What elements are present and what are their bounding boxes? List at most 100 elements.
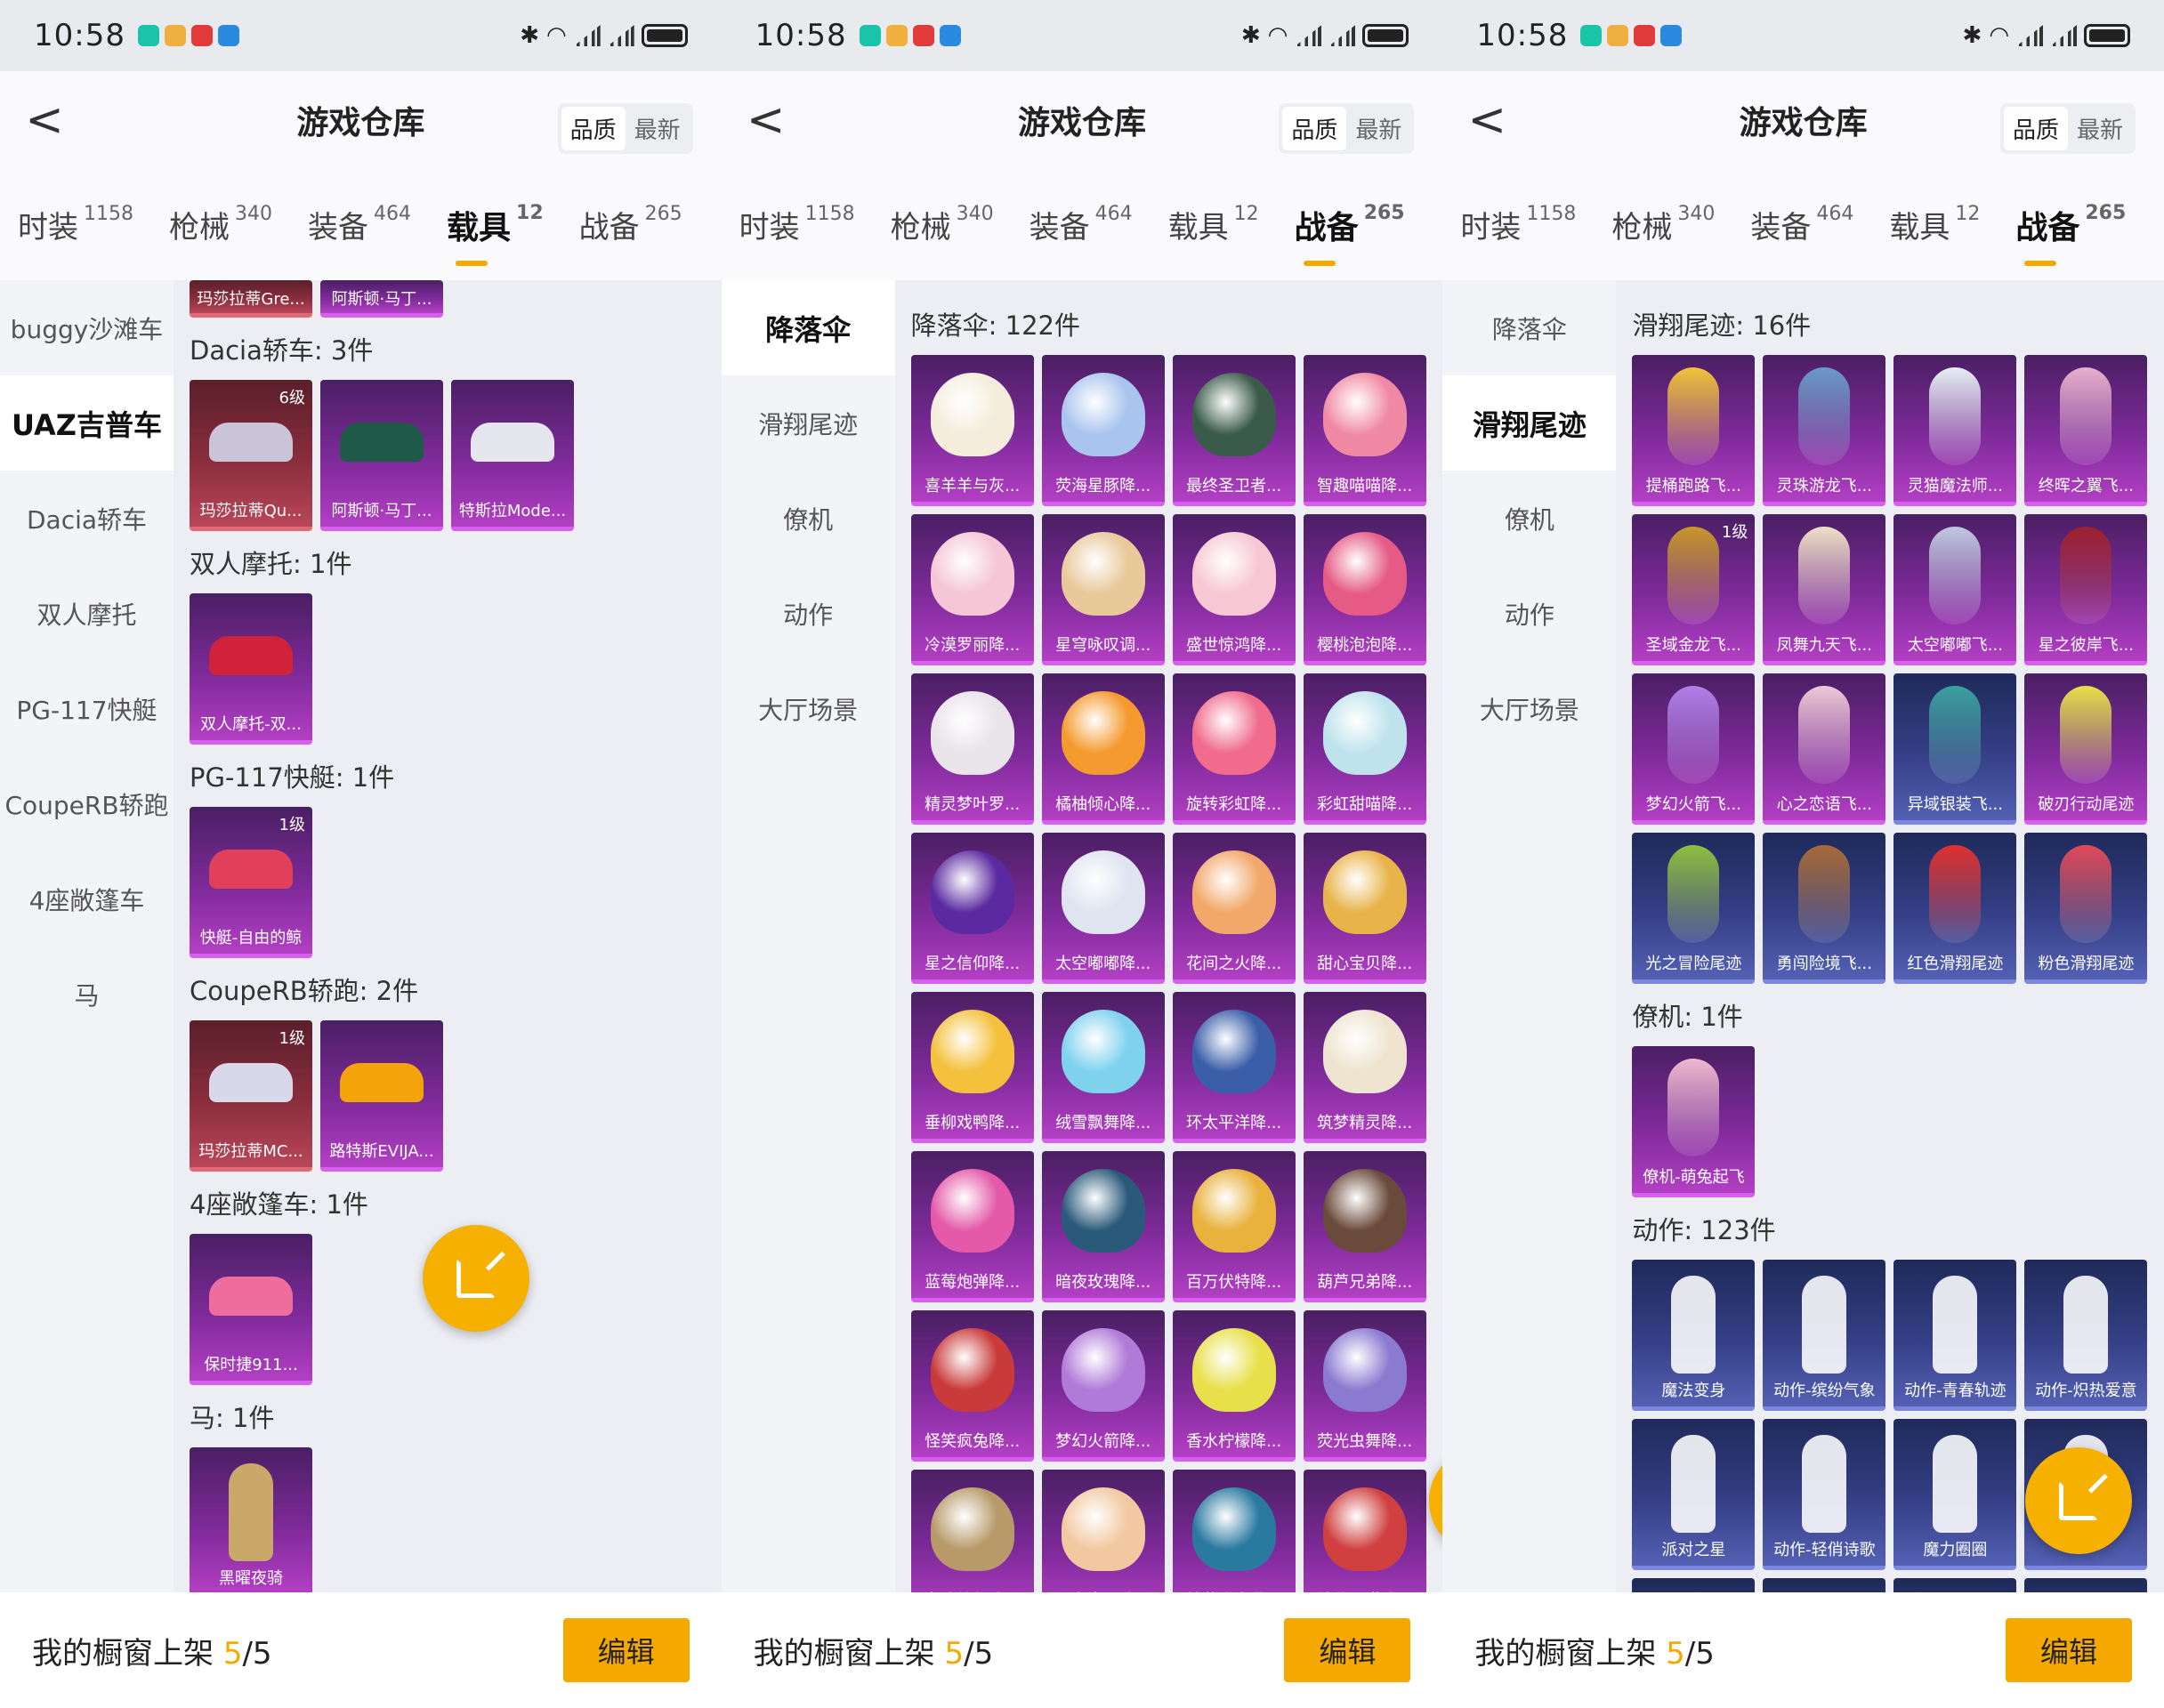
item-card[interactable]: 动作-青春轨迹	[1894, 1260, 2017, 1411]
sort-newest-button[interactable]: 最新	[1346, 107, 1410, 150]
sidebar-item[interactable]: CoupeRB轿跑	[0, 756, 174, 851]
sidebar-item[interactable]: 动作	[1442, 566, 1616, 661]
item-card[interactable]: 星穹咏叹调...	[1041, 514, 1165, 665]
item-card[interactable]: 粉色滑翔尾迹	[2024, 833, 2148, 984]
back-icon[interactable]: <	[0, 93, 71, 147]
sort-newest-button[interactable]: 最新	[2068, 107, 2132, 150]
item-card[interactable]: 勇闯险境飞...	[1763, 833, 1886, 984]
tab-item[interactable]: 载具 12	[447, 202, 544, 266]
item-card[interactable]	[1763, 1578, 1886, 1592]
tab-item[interactable]: 时装 1158	[739, 203, 855, 246]
item-card[interactable]: 荧光虫舞降...	[1303, 1310, 1426, 1462]
sidebar-item[interactable]: 滑翔尾迹	[722, 375, 895, 471]
item-card[interactable]: 红色滑翔尾迹	[1894, 833, 2017, 984]
item-card[interactable]: 冷漠罗丽降...	[910, 514, 1034, 665]
item-card[interactable]: 魔力圈圈	[1894, 1419, 2017, 1570]
item-card[interactable]: 彩虹甜喵降...	[1303, 673, 1426, 825]
item-card[interactable]: 百万伏特降...	[1172, 1151, 1296, 1302]
share-button[interactable]	[1428, 1447, 1443, 1554]
sidebar-item[interactable]: Dacia轿车	[0, 471, 174, 566]
tab-item[interactable]: 枪械 340	[1611, 203, 1715, 246]
item-card[interactable]: 梦幻火箭降...	[1041, 1310, 1165, 1462]
tab-item[interactable]: 战备 265	[1295, 202, 1405, 266]
tab-item[interactable]: 装备 464	[1030, 203, 1133, 246]
sidebar-item[interactable]: 降落伞	[721, 280, 895, 375]
item-card[interactable]: 智趣喵喵降...	[1303, 355, 1426, 506]
item-card[interactable]: 阿斯顿·马丁...	[320, 380, 443, 531]
item-card[interactable]: 玛莎拉蒂Gre...	[190, 280, 312, 318]
item-card[interactable]: 派对之星	[1632, 1419, 1756, 1570]
item-card[interactable]: 暗夜玫瑰降...	[1041, 1151, 1165, 1302]
item-card[interactable]: 黑曜夜骑	[190, 1447, 312, 1592]
sort-quality-button[interactable]: 品质	[2003, 107, 2068, 150]
item-card[interactable]: 梦幻火箭飞...	[1632, 673, 1756, 825]
item-card[interactable]: 筑梦精灵降...	[1303, 992, 1426, 1143]
tab-item[interactable]: 枪械 340	[169, 203, 272, 246]
item-card[interactable]: 神秘黑猫降...	[1303, 1470, 1426, 1592]
sort-newest-button[interactable]: 最新	[626, 107, 690, 150]
item-card[interactable]: 动作-炽热爱意	[2024, 1260, 2148, 1411]
sidebar-item[interactable]: 4座敞篷车	[0, 851, 174, 947]
edit-button[interactable]: 编辑	[1284, 1618, 1411, 1682]
tab-item[interactable]: 时装 1158	[1460, 203, 1576, 246]
sidebar-item[interactable]: 降落伞	[1442, 280, 1616, 375]
item-card[interactable]: 垂柳戏鸭降...	[910, 992, 1034, 1143]
item-card[interactable]: 甜心宝贝降...	[1303, 833, 1426, 984]
tab-item[interactable]: 战备 265	[579, 203, 682, 246]
item-card[interactable]: 1级 玛莎拉蒂MC...	[190, 1020, 312, 1172]
item-card[interactable]: 灵猫魔法师...	[1894, 355, 2017, 506]
item-card[interactable]: 阿斯顿·马丁...	[320, 280, 443, 318]
item-card[interactable]: 终晖之翼飞...	[2024, 355, 2148, 506]
item-card[interactable]: 动作-轻俏诗歌	[1763, 1419, 1886, 1570]
item-card[interactable]: 最终圣卫者...	[1172, 355, 1296, 506]
item-card[interactable]: 心之恋语降...	[1041, 1470, 1165, 1592]
tab-item[interactable]: 载具 12	[1168, 203, 1259, 246]
item-card[interactable]: 怪笑疯兔降...	[910, 1310, 1034, 1462]
sidebar-item[interactable]: 滑翔尾迹	[1442, 375, 1617, 471]
sort-quality-button[interactable]: 品质	[561, 107, 626, 150]
sidebar-item[interactable]: 僚机	[722, 471, 895, 566]
sort-quality-button[interactable]: 品质	[1282, 107, 1347, 150]
sidebar-item[interactable]: buggy沙滩车	[0, 280, 174, 375]
tab-item[interactable]: 装备 464	[1750, 203, 1853, 246]
item-card[interactable]: 提桶跑路飞...	[1632, 355, 1756, 506]
sidebar-item[interactable]: 马	[0, 947, 174, 1042]
sidebar-item[interactable]: PG-117快艇	[0, 661, 174, 756]
sidebar-item[interactable]: UAZ吉普车	[0, 375, 174, 471]
item-card[interactable]	[2024, 1578, 2148, 1592]
tab-item[interactable]: 装备 464	[308, 203, 411, 246]
item-card[interactable]: 路特斯EVIJA...	[320, 1020, 443, 1172]
sidebar-item[interactable]: 大厅场景	[1442, 661, 1616, 756]
back-icon[interactable]: <	[1442, 93, 1514, 147]
item-card[interactable]: 旋转彩虹降...	[1172, 673, 1296, 825]
item-card[interactable]: 魔法变身	[1632, 1260, 1756, 1411]
item-card[interactable]: 环太平洋降...	[1172, 992, 1296, 1143]
sidebar-item[interactable]: 僚机	[1442, 471, 1616, 566]
item-card[interactable]: 保时捷911...	[190, 1234, 312, 1385]
item-card[interactable]	[1894, 1578, 2017, 1592]
item-card[interactable]: 星之信仰降...	[910, 833, 1034, 984]
item-card[interactable]: 荧海星豚降...	[1041, 355, 1165, 506]
item-card[interactable]: 双人摩托-双...	[190, 593, 312, 745]
sidebar-item[interactable]: 动作	[722, 566, 895, 661]
item-card[interactable]: 香水柠檬降...	[1172, 1310, 1296, 1462]
item-card[interactable]: 绒雪飘舞降...	[1041, 992, 1165, 1143]
back-icon[interactable]: <	[722, 93, 793, 147]
item-card[interactable]: 星之彼岸飞...	[2024, 514, 2148, 665]
item-card[interactable]: 太空嘟嘟降...	[1041, 833, 1165, 984]
item-card[interactable]: 动作-缤纷气象	[1763, 1260, 1886, 1411]
item-card[interactable]: 灵珠游龙飞...	[1763, 355, 1886, 506]
sidebar-item[interactable]: 双人摩托	[0, 566, 174, 661]
item-card[interactable]: 破刃行动尾迹	[2024, 673, 2148, 825]
share-button[interactable]	[2025, 1447, 2133, 1554]
item-card[interactable]: 潮汐统领降...	[910, 1470, 1034, 1592]
item-card[interactable]	[1632, 1578, 1756, 1592]
item-card[interactable]: 精灵梦叶罗...	[910, 673, 1034, 825]
share-button[interactable]	[423, 1225, 529, 1332]
item-card[interactable]: 花间之火降...	[1172, 833, 1296, 984]
edit-button[interactable]: 编辑	[562, 1618, 690, 1682]
item-card[interactable]: 樱桃泡泡降...	[1303, 514, 1426, 665]
item-card[interactable]: 特斯拉Mode...	[451, 380, 574, 531]
item-card[interactable]: 橘柚倾心降...	[1041, 673, 1165, 825]
tab-item[interactable]: 载具 12	[1889, 203, 1980, 246]
